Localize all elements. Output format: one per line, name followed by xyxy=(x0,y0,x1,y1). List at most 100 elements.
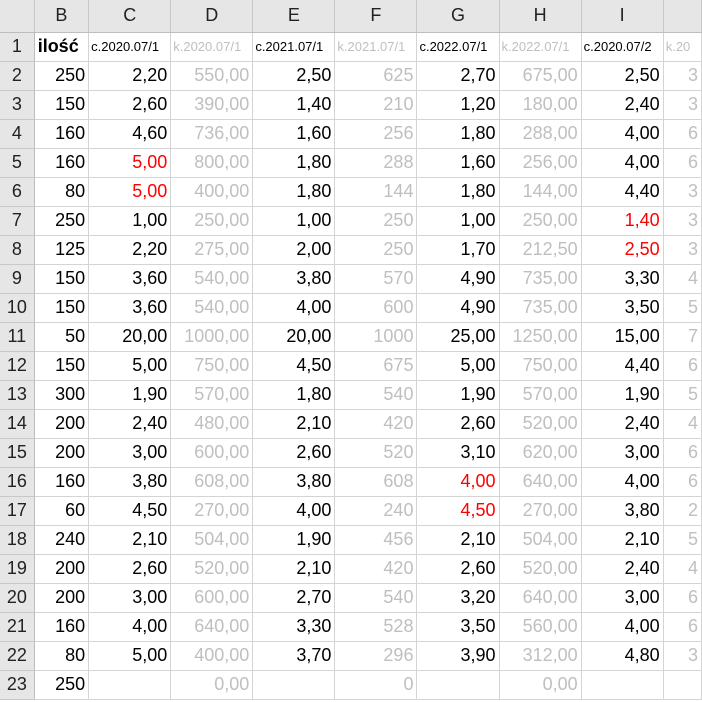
cell-f18[interactable]: 456 xyxy=(334,525,418,555)
cell-h12[interactable]: 750,00 xyxy=(499,351,582,381)
cell-f10[interactable]: 600 xyxy=(334,293,418,323)
cell-i6[interactable]: 4,40 xyxy=(581,177,664,207)
cell-f3[interactable]: 210 xyxy=(334,90,418,120)
cell-j3[interactable]: 3 xyxy=(663,90,702,120)
cell-e22[interactable]: 3,70 xyxy=(252,641,336,671)
cell-h9[interactable]: 735,00 xyxy=(499,264,582,294)
cell-e3[interactable]: 1,40 xyxy=(252,90,336,120)
cell-b9[interactable]: 150 xyxy=(34,264,90,294)
cell-i21[interactable]: 4,00 xyxy=(581,612,664,642)
cell-i17[interactable]: 3,80 xyxy=(581,496,664,526)
cell-j18[interactable]: 5 xyxy=(663,525,702,555)
cell-d11[interactable]: 1000,00 xyxy=(170,322,254,352)
cell-e9[interactable]: 3,80 xyxy=(252,264,336,294)
cell-f1[interactable]: k.2021.07/1 xyxy=(334,32,418,62)
cell-c7[interactable]: 1,00 xyxy=(88,206,172,236)
cell-e8[interactable]: 2,00 xyxy=(252,235,336,265)
cell-d22[interactable]: 400,00 xyxy=(170,641,254,671)
cell-h2[interactable]: 675,00 xyxy=(499,61,582,91)
cell-b4[interactable]: 160 xyxy=(34,119,90,149)
cell-g7[interactable]: 1,00 xyxy=(416,206,500,236)
cell-j13[interactable]: 5 xyxy=(663,380,702,410)
cell-c21[interactable]: 4,00 xyxy=(88,612,172,642)
cell-j21[interactable]: 6 xyxy=(663,612,702,642)
row-header-18[interactable]: 18 xyxy=(0,525,35,555)
cell-c12[interactable]: 5,00 xyxy=(88,351,172,381)
cell-b21[interactable]: 160 xyxy=(34,612,90,642)
cell-f17[interactable]: 240 xyxy=(334,496,418,526)
cell-i8[interactable]: 2,50 xyxy=(581,235,664,265)
cell-f23[interactable]: 0 xyxy=(334,670,418,700)
cell-d19[interactable]: 520,00 xyxy=(170,554,254,584)
cell-d10[interactable]: 540,00 xyxy=(170,293,254,323)
cell-b10[interactable]: 150 xyxy=(34,293,90,323)
cell-b18[interactable]: 240 xyxy=(34,525,90,555)
cell-f8[interactable]: 250 xyxy=(334,235,418,265)
cell-c5[interactable]: 5,00 xyxy=(88,148,172,178)
cell-b20[interactable]: 200 xyxy=(34,583,90,613)
cell-j17[interactable]: 2 xyxy=(663,496,702,526)
cell-c17[interactable]: 4,50 xyxy=(88,496,172,526)
cell-b7[interactable]: 250 xyxy=(34,206,90,236)
cell-g10[interactable]: 4,90 xyxy=(416,293,500,323)
row-header-21[interactable]: 21 xyxy=(0,612,35,642)
cell-i13[interactable]: 1,90 xyxy=(581,380,664,410)
cell-j6[interactable]: 3 xyxy=(663,177,702,207)
cell-c13[interactable]: 1,90 xyxy=(88,380,172,410)
cell-e23[interactable] xyxy=(252,670,336,700)
row-header-2[interactable]: 2 xyxy=(0,61,35,91)
cell-d2[interactable]: 550,00 xyxy=(170,61,254,91)
cell-f15[interactable]: 520 xyxy=(334,438,418,468)
column-header-e[interactable]: E xyxy=(252,0,336,33)
row-header-14[interactable]: 14 xyxy=(0,409,35,439)
cell-e4[interactable]: 1,60 xyxy=(252,119,336,149)
row-header-20[interactable]: 20 xyxy=(0,583,35,613)
cell-d17[interactable]: 270,00 xyxy=(170,496,254,526)
row-header-3[interactable]: 3 xyxy=(0,90,35,120)
cell-h22[interactable]: 312,00 xyxy=(499,641,582,671)
column-header-b[interactable]: B xyxy=(34,0,90,33)
cell-f16[interactable]: 608 xyxy=(334,467,418,497)
cell-e7[interactable]: 1,00 xyxy=(252,206,336,236)
cell-g11[interactable]: 25,00 xyxy=(416,322,500,352)
cell-h20[interactable]: 640,00 xyxy=(499,583,582,613)
cell-h8[interactable]: 212,50 xyxy=(499,235,582,265)
cell-j20[interactable]: 6 xyxy=(663,583,702,613)
cell-d7[interactable]: 250,00 xyxy=(170,206,254,236)
cell-j22[interactable]: 3 xyxy=(663,641,702,671)
cell-g6[interactable]: 1,80 xyxy=(416,177,500,207)
cell-b3[interactable]: 150 xyxy=(34,90,90,120)
cell-h15[interactable]: 620,00 xyxy=(499,438,582,468)
cell-f19[interactable]: 420 xyxy=(334,554,418,584)
cell-f12[interactable]: 675 xyxy=(334,351,418,381)
cell-e6[interactable]: 1,80 xyxy=(252,177,336,207)
row-header-23[interactable]: 23 xyxy=(0,670,35,700)
cell-c2[interactable]: 2,20 xyxy=(88,61,172,91)
cell-i18[interactable]: 2,10 xyxy=(581,525,664,555)
cell-j19[interactable]: 4 xyxy=(663,554,702,584)
cell-g16[interactable]: 4,00 xyxy=(416,467,500,497)
cell-c8[interactable]: 2,20 xyxy=(88,235,172,265)
row-header-8[interactable]: 8 xyxy=(0,235,35,265)
cell-b22[interactable]: 80 xyxy=(34,641,90,671)
cell-j7[interactable]: 3 xyxy=(663,206,702,236)
cell-c22[interactable]: 5,00 xyxy=(88,641,172,671)
cell-f9[interactable]: 570 xyxy=(334,264,418,294)
cell-g13[interactable]: 1,90 xyxy=(416,380,500,410)
cell-b12[interactable]: 150 xyxy=(34,351,90,381)
column-header-i[interactable]: I xyxy=(581,0,664,33)
row-header-15[interactable]: 15 xyxy=(0,438,35,468)
cell-i1[interactable]: c.2020.07/2 xyxy=(581,32,664,62)
row-header-5[interactable]: 5 xyxy=(0,148,35,178)
cell-h1[interactable]: k.2022.07/1 xyxy=(499,32,582,62)
cell-e12[interactable]: 4,50 xyxy=(252,351,336,381)
cell-f7[interactable]: 250 xyxy=(334,206,418,236)
cell-i4[interactable]: 4,00 xyxy=(581,119,664,149)
cell-c20[interactable]: 3,00 xyxy=(88,583,172,613)
cell-g1[interactable]: c.2022.07/1 xyxy=(416,32,500,62)
cell-c11[interactable]: 20,00 xyxy=(88,322,172,352)
cell-j1[interactable]: k.20 xyxy=(663,32,702,62)
cell-j11[interactable]: 7 xyxy=(663,322,702,352)
cell-d4[interactable]: 736,00 xyxy=(170,119,254,149)
cell-f5[interactable]: 288 xyxy=(334,148,418,178)
